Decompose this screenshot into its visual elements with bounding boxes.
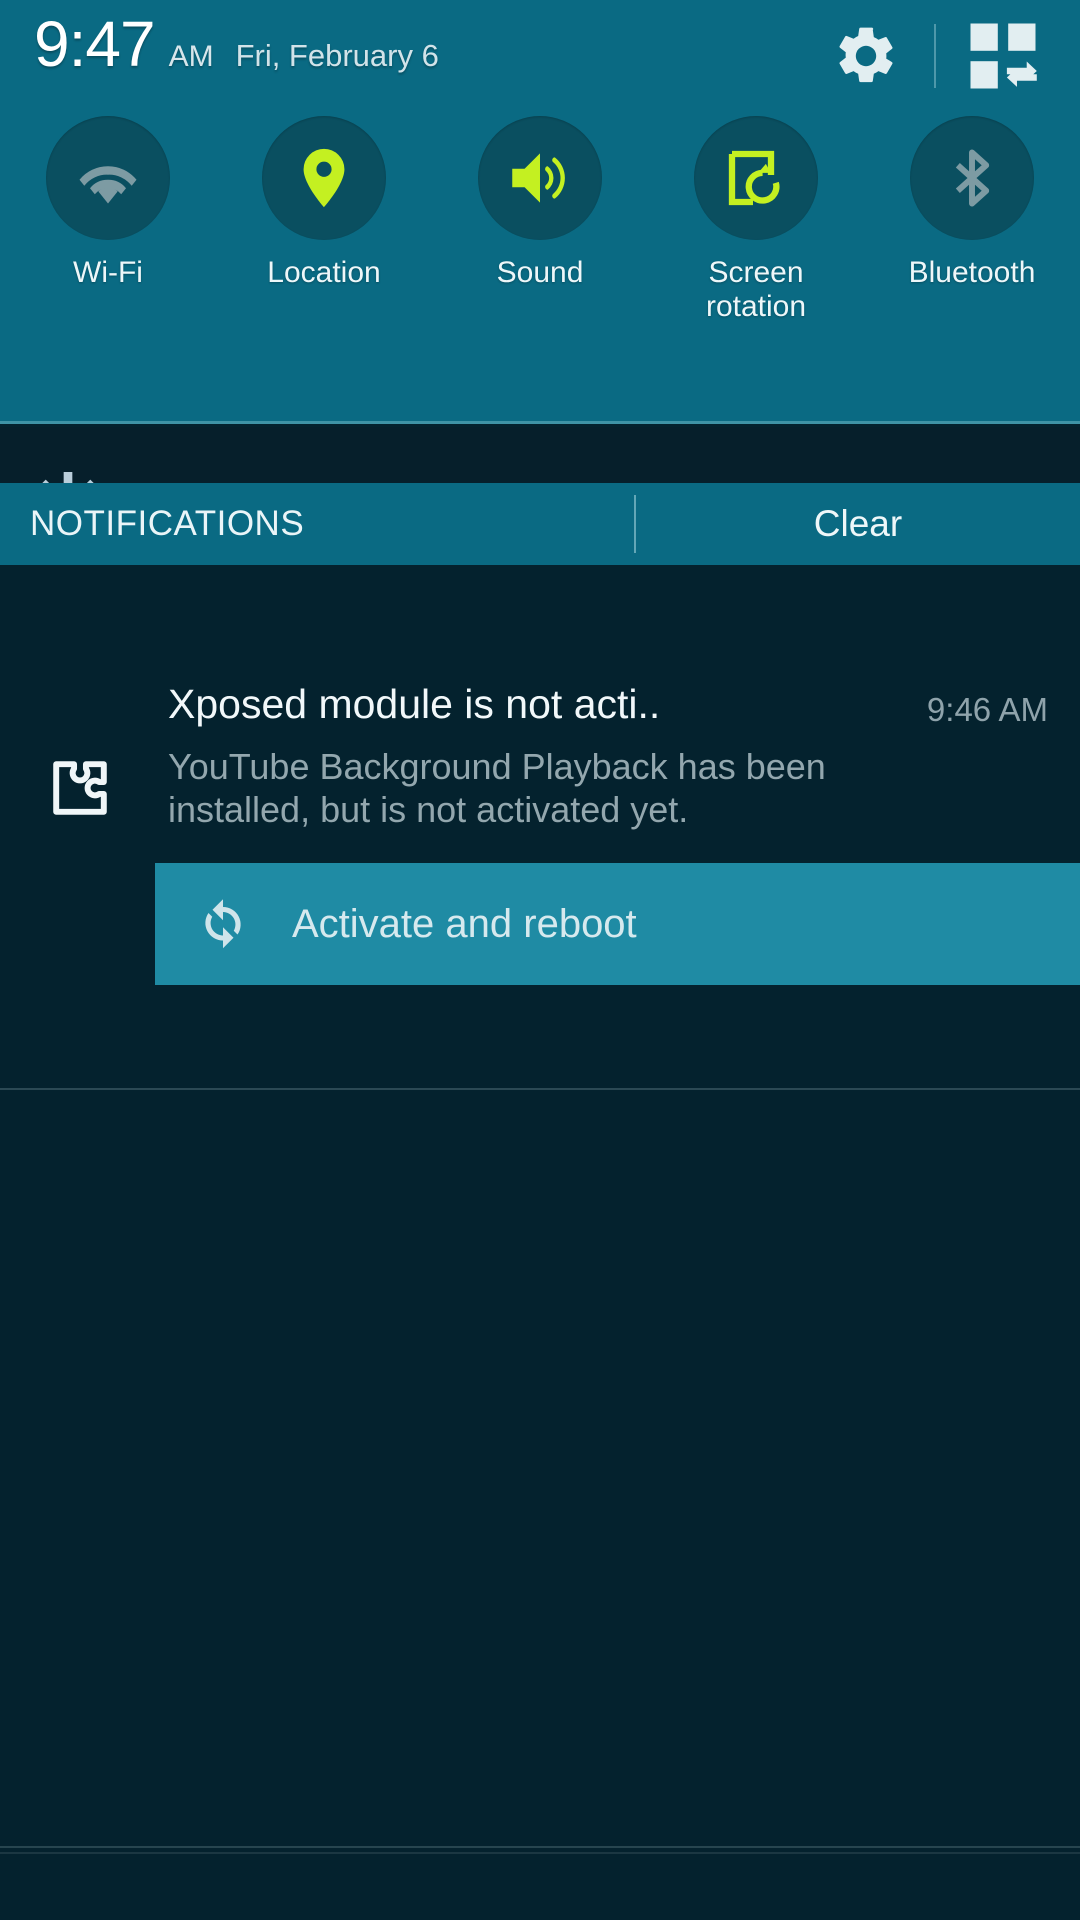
quick-toggle-wifi[interactable]: Wi-Fi	[0, 116, 216, 323]
xposed-puzzle-icon	[53, 761, 107, 815]
notification-shade: 9:47 AM Fri, February 6 Wi-Fi Location S…	[0, 0, 1080, 1920]
quick-toggle-row: Wi-Fi Location Sound Screen rotation Blu…	[0, 116, 1080, 323]
clear-notifications-button[interactable]: Clear	[636, 483, 1080, 565]
toggle-circle	[46, 116, 170, 240]
shade-bottom-hairline	[0, 1846, 1080, 1848]
quick-toggle-label: Wi-Fi	[73, 256, 143, 289]
header-divider	[934, 24, 936, 88]
speaker-sound-icon	[512, 153, 565, 203]
notification-list: Xposed module is not acti.. 9:46 AM YouT…	[0, 565, 1080, 1920]
notifications-title: NOTIFICATIONS	[30, 504, 305, 543]
clock-time: 9:47	[34, 8, 156, 80]
notification-body: YouTube Background Playback has been ins…	[168, 746, 826, 831]
quick-settings-panel: 9:47 AM Fri, February 6 Wi-Fi Location S…	[0, 0, 1080, 424]
quick-toggle-location[interactable]: Location	[216, 116, 432, 323]
notification-title: Xposed module is not acti..	[168, 681, 661, 727]
bluetooth-icon	[955, 149, 990, 207]
status-bar: 9:47 AM Fri, February 6	[0, 0, 1080, 112]
status-bar-actions	[818, 0, 1080, 112]
notification-time: 9:46 AM	[926, 691, 1048, 728]
quick-toggle-label: Screen rotation	[705, 256, 807, 323]
quick-toggle-bluetooth[interactable]: Bluetooth	[864, 116, 1080, 323]
gear-icon	[839, 27, 893, 83]
quick-toggle-label: Location	[267, 256, 381, 289]
wifi-icon	[79, 166, 137, 204]
quick-toggle-label: Sound	[496, 256, 584, 289]
notification-action-label: Activate and reboot	[292, 901, 637, 946]
clock-date: Fri, February 6	[235, 38, 439, 73]
settings-button[interactable]	[818, 8, 914, 104]
clock-ampm: AM	[168, 40, 214, 73]
quick-settings-toggle-button[interactable]	[948, 8, 1058, 104]
toggle-circle	[694, 116, 818, 240]
quick-toggle-label: Bluetooth	[908, 256, 1036, 289]
quick-toggle-screen-rotation[interactable]: Screen rotation	[648, 116, 864, 323]
clock-group: 9:47 AM Fri, February 6	[34, 12, 439, 76]
notification-item[interactable]: Xposed module is not acti.. 9:46 AM YouT…	[0, 565, 1080, 1090]
shade-bottom-hairline-2	[0, 1852, 1080, 1854]
location-pin-icon	[303, 148, 345, 208]
toggle-circle	[910, 116, 1034, 240]
screen-rotation-icon	[728, 150, 780, 206]
quick-settings-grid-icon	[970, 23, 1037, 89]
refresh-sync-icon	[205, 899, 241, 949]
notifications-header: NOTIFICATIONS Clear	[0, 483, 1080, 565]
notification-separator	[0, 1088, 1080, 1090]
quick-toggle-sound[interactable]: Sound	[432, 116, 648, 323]
notification-action-button[interactable]: Activate and reboot	[155, 863, 1080, 985]
toggle-circle	[262, 116, 386, 240]
toggle-circle	[478, 116, 602, 240]
